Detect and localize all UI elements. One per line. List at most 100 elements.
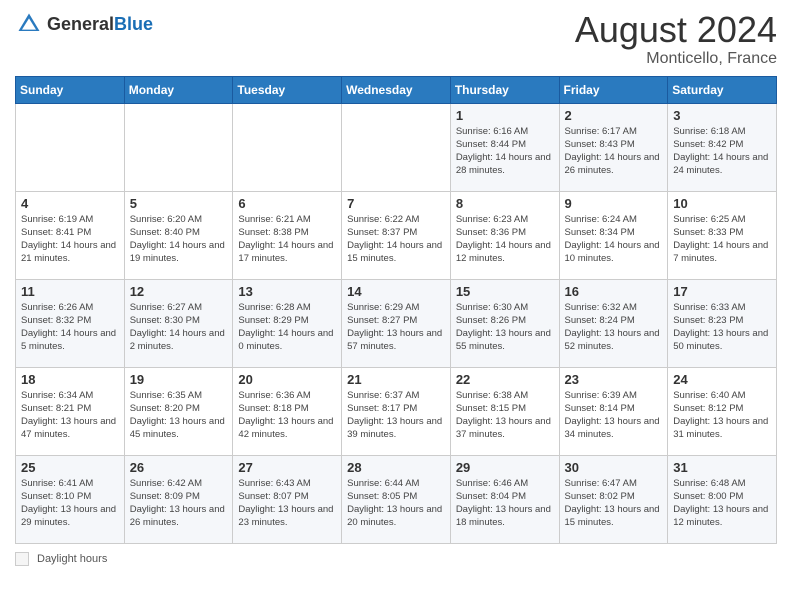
day-number: 21 <box>347 372 445 387</box>
calendar-day-cell: 1 Sunrise: 6:16 AM Sunset: 8:44 PM Daylig… <box>450 103 559 191</box>
day-info: Sunrise: 6:25 AM Sunset: 8:33 PM Dayligh… <box>673 213 771 266</box>
day-number: 13 <box>238 284 336 299</box>
day-number: 12 <box>130 284 228 299</box>
calendar-day-cell: 24Sunrise: 6:40 AM Sunset: 8:12 PM Dayli… <box>668 367 777 455</box>
calendar-day-cell: 26 Sunrise: 6:42 AM Sunset: 8:09 PM Dayli… <box>124 455 233 543</box>
calendar-day-cell: 6Sunrise: 6:21 AM Sunset: 8:38 PM Daylig… <box>233 191 342 279</box>
day-number: 17 <box>673 284 771 299</box>
day-number: 5 <box>130 196 228 211</box>
day-number: 31 <box>673 460 771 475</box>
calendar-footer: Daylight hours <box>15 552 777 566</box>
day-info: Sunrise: 6:42 AM Sunset: 8:09 PM Dayligh… <box>130 477 228 530</box>
logo-general: General <box>47 15 114 33</box>
day-info: Sunrise: 6:28 AM Sunset: 8:29 PM Dayligh… <box>238 301 336 354</box>
calendar-day-cell: 5 Sunrise: 6:20 AM Sunset: 8:40 PM Daylig… <box>124 191 233 279</box>
day-info: Sunrise: 6:39 AM Sunset: 8:14 PM Dayligh… <box>565 389 663 442</box>
day-info: Sunrise: 6:32 AM Sunset: 8:24 PM Dayligh… <box>565 301 663 354</box>
day-number: 2 <box>565 108 663 123</box>
calendar-day-cell: 2 Sunrise: 6:17 AM Sunset: 8:43 PM Daylig… <box>559 103 668 191</box>
day-info: Sunrise: 6:16 AM Sunset: 8:44 PM Dayligh… <box>456 125 554 178</box>
day-info: Sunrise: 6:23 AM Sunset: 8:36 PM Dayligh… <box>456 213 554 266</box>
calendar-day-cell <box>342 103 451 191</box>
day-number: 18 <box>21 372 119 387</box>
calendar-day-cell: 29 Sunrise: 6:46 AM Sunset: 8:04 PM Dayli… <box>450 455 559 543</box>
calendar-day-cell <box>124 103 233 191</box>
day-info: Sunrise: 6:38 AM Sunset: 8:15 PM Dayligh… <box>456 389 554 442</box>
day-number: 30 <box>565 460 663 475</box>
title-block: August 2024 Monticello, France <box>575 10 777 68</box>
day-info: Sunrise: 6:41 AM Sunset: 8:10 PM Dayligh… <box>21 477 119 530</box>
day-info: Sunrise: 6:29 AM Sunset: 8:27 PM Dayligh… <box>347 301 445 354</box>
legend-box-icon <box>15 552 29 566</box>
month-year-title: August 2024 <box>575 10 777 50</box>
calendar-day-cell: 8 Sunrise: 6:23 AM Sunset: 8:36 PM Daylig… <box>450 191 559 279</box>
calendar-week-row: 18Sunrise: 6:34 AM Sunset: 8:21 PM Dayli… <box>16 367 777 455</box>
calendar-day-cell: 27Sunrise: 6:43 AM Sunset: 8:07 PM Dayli… <box>233 455 342 543</box>
day-info: Sunrise: 6:44 AM Sunset: 8:05 PM Dayligh… <box>347 477 445 530</box>
calendar-week-row: 25Sunrise: 6:41 AM Sunset: 8:10 PM Dayli… <box>16 455 777 543</box>
calendar-day-header: Tuesday <box>233 76 342 103</box>
day-number: 1 <box>456 108 554 123</box>
calendar-day-cell: 15Sunrise: 6:30 AM Sunset: 8:26 PM Dayli… <box>450 279 559 367</box>
day-info: Sunrise: 6:37 AM Sunset: 8:17 PM Dayligh… <box>347 389 445 442</box>
day-number: 14 <box>347 284 445 299</box>
day-info: Sunrise: 6:47 AM Sunset: 8:02 PM Dayligh… <box>565 477 663 530</box>
calendar-day-cell: 23 Sunrise: 6:39 AM Sunset: 8:14 PM Dayli… <box>559 367 668 455</box>
calendar-week-row: 4Sunrise: 6:19 AM Sunset: 8:41 PM Daylig… <box>16 191 777 279</box>
calendar-day-cell: 13 Sunrise: 6:28 AM Sunset: 8:29 PM Dayli… <box>233 279 342 367</box>
calendar-day-cell: 16 Sunrise: 6:32 AM Sunset: 8:24 PM Dayli… <box>559 279 668 367</box>
day-number: 7 <box>347 196 445 211</box>
day-number: 24 <box>673 372 771 387</box>
day-info: Sunrise: 6:33 AM Sunset: 8:23 PM Dayligh… <box>673 301 771 354</box>
calendar-day-cell <box>16 103 125 191</box>
calendar-week-row: 1 Sunrise: 6:16 AM Sunset: 8:44 PM Daylig… <box>16 103 777 191</box>
calendar-day-header: Wednesday <box>342 76 451 103</box>
day-info: Sunrise: 6:26 AM Sunset: 8:32 PM Dayligh… <box>21 301 119 354</box>
calendar-day-cell: 9Sunrise: 6:24 AM Sunset: 8:34 PM Daylig… <box>559 191 668 279</box>
day-number: 22 <box>456 372 554 387</box>
day-info: Sunrise: 6:43 AM Sunset: 8:07 PM Dayligh… <box>238 477 336 530</box>
calendar-day-cell: 25Sunrise: 6:41 AM Sunset: 8:10 PM Dayli… <box>16 455 125 543</box>
day-info: Sunrise: 6:27 AM Sunset: 8:30 PM Dayligh… <box>130 301 228 354</box>
calendar-day-cell: 28Sunrise: 6:44 AM Sunset: 8:05 PM Dayli… <box>342 455 451 543</box>
calendar-day-cell: 30 Sunrise: 6:47 AM Sunset: 8:02 PM Dayli… <box>559 455 668 543</box>
calendar-day-cell: 7 Sunrise: 6:22 AM Sunset: 8:37 PM Daylig… <box>342 191 451 279</box>
day-number: 26 <box>130 460 228 475</box>
day-number: 29 <box>456 460 554 475</box>
day-number: 11 <box>21 284 119 299</box>
logo: GeneralBlue <box>15 10 153 38</box>
day-number: 15 <box>456 284 554 299</box>
calendar-day-cell: 14 Sunrise: 6:29 AM Sunset: 8:27 PM Dayli… <box>342 279 451 367</box>
calendar-table: SundayMondayTuesdayWednesdayThursdayFrid… <box>15 76 777 544</box>
calendar-day-cell: 31 Sunrise: 6:48 AM Sunset: 8:00 PM Dayli… <box>668 455 777 543</box>
day-info: Sunrise: 6:35 AM Sunset: 8:20 PM Dayligh… <box>130 389 228 442</box>
calendar-week-row: 11 Sunrise: 6:26 AM Sunset: 8:32 PM Dayli… <box>16 279 777 367</box>
day-info: Sunrise: 6:46 AM Sunset: 8:04 PM Dayligh… <box>456 477 554 530</box>
day-info: Sunrise: 6:48 AM Sunset: 8:00 PM Dayligh… <box>673 477 771 530</box>
day-info: Sunrise: 6:17 AM Sunset: 8:43 PM Dayligh… <box>565 125 663 178</box>
logo-blue: Blue <box>114 15 153 33</box>
calendar-day-header: Sunday <box>16 76 125 103</box>
day-number: 16 <box>565 284 663 299</box>
day-number: 23 <box>565 372 663 387</box>
day-number: 20 <box>238 372 336 387</box>
calendar-day-cell: 19 Sunrise: 6:35 AM Sunset: 8:20 PM Dayli… <box>124 367 233 455</box>
calendar-day-cell: 17 Sunrise: 6:33 AM Sunset: 8:23 PM Dayli… <box>668 279 777 367</box>
day-number: 19 <box>130 372 228 387</box>
logo-text: GeneralBlue <box>47 15 153 33</box>
day-number: 10 <box>673 196 771 211</box>
legend-label: Daylight hours <box>37 553 107 565</box>
page-header: GeneralBlue August 2024 Monticello, Fran… <box>15 10 777 68</box>
calendar-day-cell: 10 Sunrise: 6:25 AM Sunset: 8:33 PM Dayli… <box>668 191 777 279</box>
calendar-day-cell: 21 Sunrise: 6:37 AM Sunset: 8:17 PM Dayli… <box>342 367 451 455</box>
day-number: 3 <box>673 108 771 123</box>
calendar-day-cell <box>233 103 342 191</box>
calendar-day-cell: 22 Sunrise: 6:38 AM Sunset: 8:15 PM Dayli… <box>450 367 559 455</box>
calendar-day-cell: 3Sunrise: 6:18 AM Sunset: 8:42 PM Daylig… <box>668 103 777 191</box>
day-number: 8 <box>456 196 554 211</box>
day-number: 9 <box>565 196 663 211</box>
calendar-day-cell: 20Sunrise: 6:36 AM Sunset: 8:18 PM Dayli… <box>233 367 342 455</box>
day-info: Sunrise: 6:22 AM Sunset: 8:37 PM Dayligh… <box>347 213 445 266</box>
day-info: Sunrise: 6:20 AM Sunset: 8:40 PM Dayligh… <box>130 213 228 266</box>
calendar-day-header: Monday <box>124 76 233 103</box>
